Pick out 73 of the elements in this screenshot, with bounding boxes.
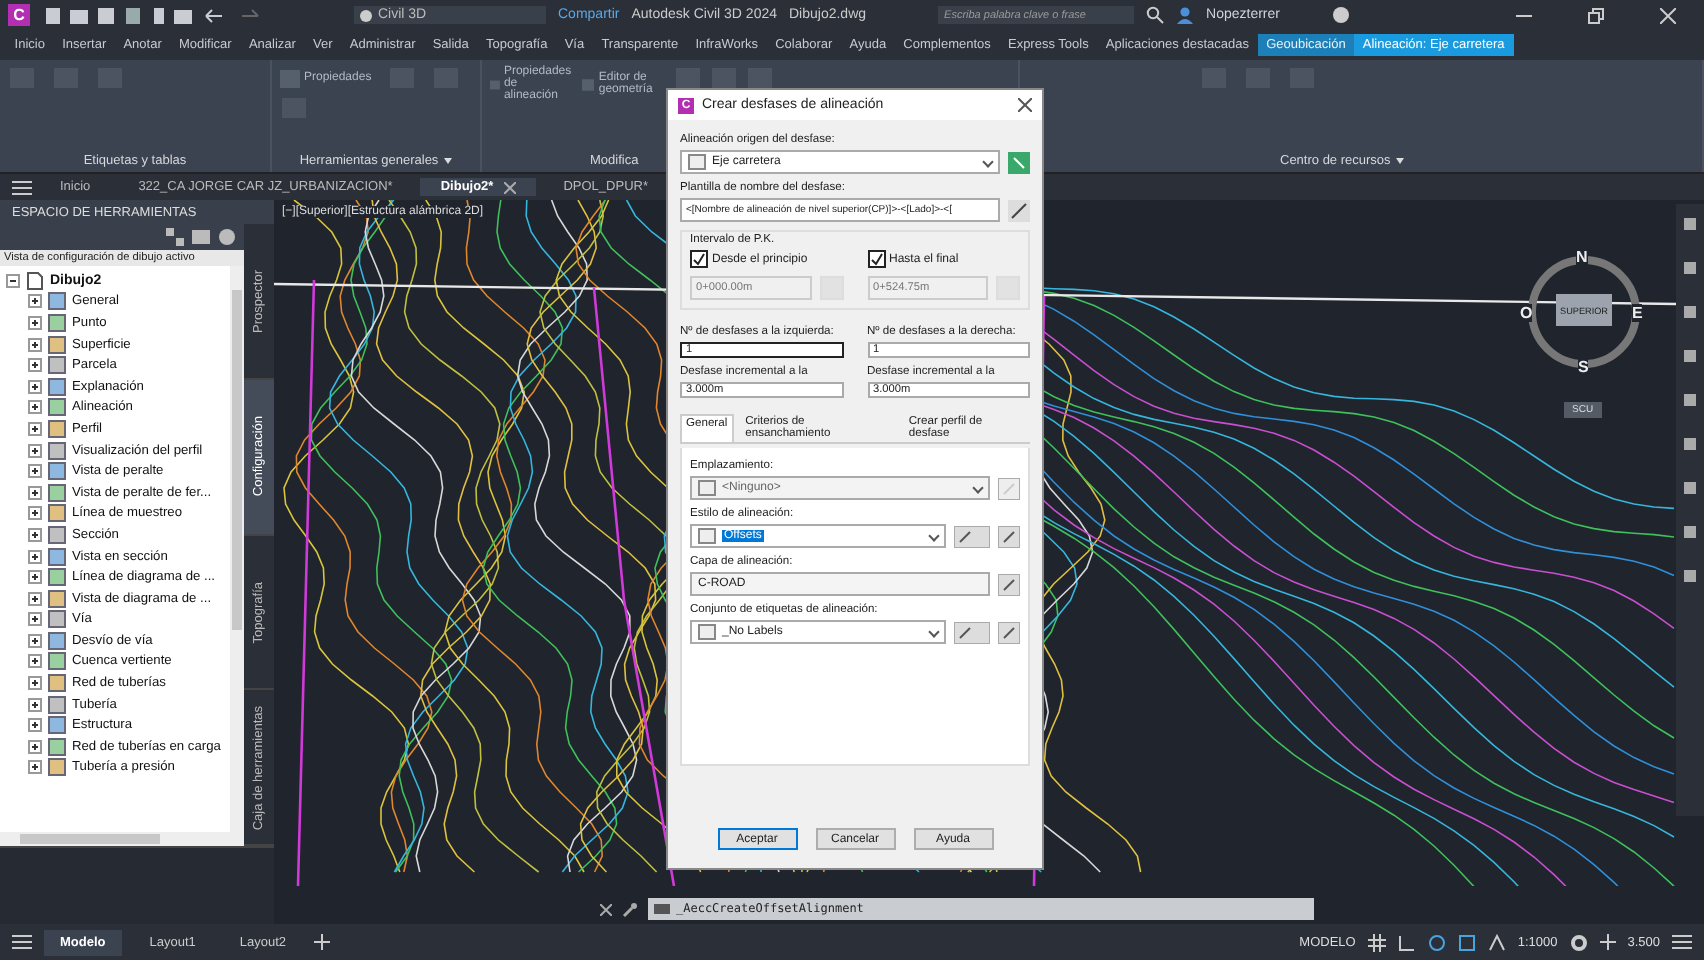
pick-icon[interactable]: [1008, 151, 1030, 173]
expand-icon[interactable]: [28, 739, 42, 754]
south-label[interactable]: S: [1578, 358, 1589, 376]
wrench-icon[interactable]: [622, 901, 638, 917]
expand-icon[interactable]: [28, 612, 42, 627]
nav-tool-icon[interactable]: [1682, 304, 1698, 320]
close-icon[interactable]: [503, 181, 516, 193]
expand-icon[interactable]: [28, 506, 42, 521]
grid-icon[interactable]: [1367, 933, 1386, 951]
expand-icon[interactable]: [28, 676, 42, 691]
expand-icon[interactable]: [28, 443, 42, 458]
expand-icon[interactable]: [28, 337, 42, 352]
search-icon[interactable]: [1146, 6, 1165, 24]
expand-icon[interactable]: [28, 570, 42, 585]
tree-view-icon[interactable]: [166, 228, 184, 246]
close-icon[interactable]: [600, 903, 612, 915]
menu-icon[interactable]: [12, 934, 32, 950]
tool-icon[interactable]: [710, 66, 738, 90]
west-label[interactable]: O: [1520, 304, 1533, 322]
layer-icon[interactable]: [998, 573, 1020, 595]
scrollbar[interactable]: [230, 266, 244, 832]
menu-icon[interactable]: [12, 179, 32, 195]
plus-icon[interactable]: [1599, 934, 1616, 950]
expand-icon[interactable]: [28, 591, 42, 606]
nav-tool-icon[interactable]: [1682, 480, 1698, 496]
expand-icon[interactable]: [28, 549, 42, 564]
expand-icon[interactable]: [28, 697, 42, 712]
drawing-icon: [26, 271, 44, 290]
app-logo[interactable]: C: [8, 4, 30, 26]
annotation-icon[interactable]: [1487, 933, 1506, 951]
checkbox[interactable]: [867, 250, 885, 268]
expand-icon[interactable]: [28, 464, 42, 479]
polar-icon[interactable]: [1427, 933, 1446, 951]
nav-tool-icon[interactable]: [1682, 216, 1698, 232]
tool-icon[interactable]: [746, 66, 774, 90]
nav-tool-icon[interactable]: [1682, 348, 1698, 364]
snap-icon[interactable]: [1397, 933, 1416, 951]
expand-icon[interactable]: [28, 400, 42, 415]
expand-icon[interactable]: [28, 527, 42, 542]
east-label[interactable]: E: [1632, 304, 1643, 322]
scrollbar[interactable]: [0, 832, 244, 846]
collapse-icon[interactable]: [6, 273, 20, 288]
north-label[interactable]: N: [1576, 248, 1588, 266]
expand-icon[interactable]: [28, 421, 42, 436]
menu-icon[interactable]: [1672, 934, 1692, 950]
nav-tool-icon[interactable]: [1682, 524, 1698, 540]
expand-icon[interactable]: [28, 315, 42, 330]
tool-icon[interactable]: [674, 66, 702, 90]
nav-tool-icon[interactable]: [1682, 568, 1698, 584]
edit-style-icon[interactable]: [954, 525, 990, 547]
plus-icon[interactable]: [314, 934, 331, 950]
expand-icon[interactable]: [28, 760, 42, 775]
edit-style-icon[interactable]: [954, 621, 990, 643]
expand-icon[interactable]: [28, 358, 42, 373]
user-icon: [1176, 6, 1195, 24]
expand-icon[interactable]: [28, 633, 42, 648]
nav-tool-icon[interactable]: [1682, 436, 1698, 452]
osnap-icon[interactable]: [1457, 933, 1476, 951]
edit-icon[interactable]: [1008, 199, 1030, 221]
pick-style-icon[interactable]: [998, 525, 1020, 547]
expand-icon[interactable]: [28, 294, 42, 309]
window-icon[interactable]: [192, 228, 210, 246]
expand-icon[interactable]: [28, 654, 42, 669]
checkbox[interactable]: [690, 250, 708, 268]
expand-icon[interactable]: [28, 718, 42, 733]
expand-icon[interactable]: [28, 379, 42, 394]
gear-icon[interactable]: [1569, 933, 1588, 951]
pick-style-icon[interactable]: [998, 621, 1020, 643]
nav-tool-icon[interactable]: [1682, 392, 1698, 408]
nav-tool-icon[interactable]: [1682, 260, 1698, 276]
close-icon[interactable]: [1018, 98, 1032, 112]
restore-icon[interactable]: [1588, 7, 1604, 23]
expand-icon[interactable]: [28, 485, 42, 500]
